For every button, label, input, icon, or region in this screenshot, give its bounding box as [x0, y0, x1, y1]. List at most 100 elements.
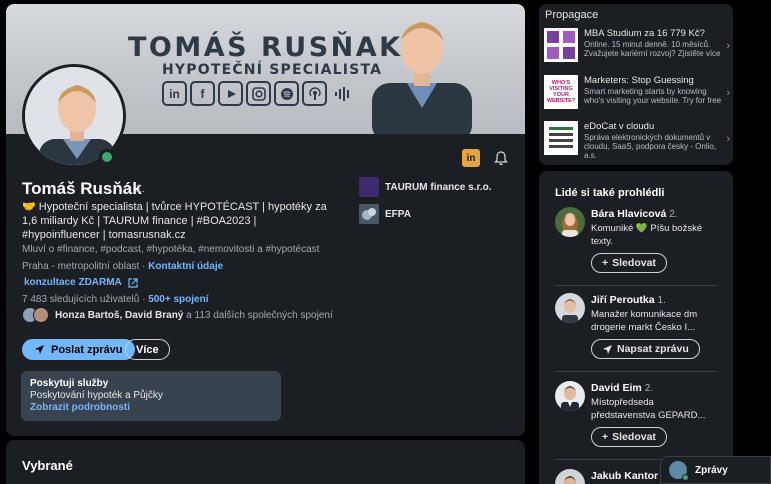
contact-info-link[interactable]: Kontaktní údaje: [148, 261, 223, 272]
banner-subtitle: HYPOTEČNÍ SPECIALISTA: [162, 62, 383, 78]
online-status-dot: [682, 474, 689, 481]
ad-image: [544, 28, 578, 62]
services-details-link[interactable]: Zobrazit podrobnosti: [30, 402, 272, 413]
person-name-text: David Eim: [591, 382, 642, 394]
send-message-label: Poslat zprávu: [51, 343, 123, 356]
profile-location: Praha - metropolitní oblast: [22, 261, 140, 272]
company-name: TAURUM finance s.r.o.: [385, 181, 492, 193]
linkedin-icon: in: [162, 81, 187, 106]
ad-image-text: WHO'S VISITING YOUR WEBSITE?: [546, 80, 576, 104]
ad-image: [544, 121, 578, 155]
divider: [555, 371, 717, 372]
person-degree: 2.: [669, 209, 678, 220]
plus-icon: +: [602, 431, 609, 443]
followers-separator: ·: [139, 294, 149, 305]
ad-title: eDoCat v cloudu: [584, 121, 655, 132]
person-description: Manažer komunikace dm drogerie markt Čes…: [591, 309, 698, 333]
podcast-icon: [302, 81, 327, 106]
ad-item[interactable]: WHO'S VISITING YOUR WEBSITE? Marketers: …: [544, 75, 730, 113]
profile-name: Tomáš Rusňák: [22, 179, 142, 198]
person-description: Komuniké 💚 Píšu božské texty.: [591, 223, 703, 247]
people-title: Lidé si také prohlédli: [555, 187, 665, 199]
company-efpa[interactable]: EFPA: [359, 204, 411, 224]
services-items: Poskytování hypoték a Půjčky: [30, 390, 163, 401]
people-also-viewed-card: Lidé si také prohlédli Bára Hlavicová 2.…: [539, 171, 733, 484]
profile-card: TOMÁŠ RUSŇAK HYPOTEČNÍ SPECIALISTA in f: [6, 4, 525, 436]
profile-headline: 🤝 Hypoteční specialista | tvůrce HYPOTÉC…: [22, 201, 327, 241]
connections-link[interactable]: 500+ spojení: [148, 294, 208, 305]
chevron-right-icon: ›: [726, 133, 730, 145]
person-name[interactable]: Bára Hlavicová 2.: [591, 208, 678, 220]
person-description: Místopředseda představenstva GEPARD...: [591, 397, 706, 421]
plus-icon: +: [602, 257, 609, 269]
follow-button-label: Sledovat: [612, 431, 656, 443]
more-button[interactable]: Více: [125, 339, 170, 360]
write-message-button[interactable]: Napsat zprávu: [591, 339, 700, 359]
youtube-icon: [218, 81, 243, 106]
messaging-label: Zprávy: [695, 464, 728, 476]
followers-count: 7 483 sledujících uživatelů: [22, 294, 140, 305]
ad-item[interactable]: MBA Studium za 16 779 Kč? Online. 15 min…: [544, 28, 730, 66]
chevron-right-icon: ›: [726, 40, 730, 52]
spotify-icon: [274, 81, 299, 106]
person-avatar[interactable]: [555, 469, 585, 484]
follow-button[interactable]: + Sledovat: [591, 253, 667, 273]
ad-text: Správa elektronických dokumentů v cloudu…: [584, 133, 717, 160]
followers-row: 7 483 sledujících uživatelů · 500+ spoje…: [22, 294, 209, 305]
featured-title: Vybrané: [22, 458, 73, 473]
audio-waves-icon: [330, 81, 355, 106]
profile-topics: Mluví o #finance, #podcast, #hypotéka, #…: [22, 244, 320, 255]
connection-degree: · 1.: [129, 183, 145, 195]
follow-button[interactable]: + Sledovat: [591, 427, 667, 447]
banner-social-icons: in f: [162, 81, 355, 106]
company-name: EFPA: [385, 208, 411, 220]
ad-text: Online. 15 minut denně. 10 měsíců. Zvažu…: [584, 40, 721, 58]
online-status-dot: [99, 149, 115, 165]
send-icon: [35, 345, 44, 354]
person-name-text: Bára Hlavicová: [591, 208, 667, 220]
ad-item[interactable]: eDoCat v cloudu Správa elektronických do…: [544, 121, 730, 160]
ad-image: WHO'S VISITING YOUR WEBSITE?: [544, 75, 578, 109]
write-message-label: Napsat zprávu: [617, 343, 689, 355]
person-avatar[interactable]: [555, 381, 585, 411]
person-degree: 2.: [644, 383, 654, 394]
ads-title: Propagace: [545, 9, 599, 21]
efpa-logo-icon: [359, 204, 379, 224]
person-avatar[interactable]: [555, 207, 585, 237]
taurum-logo-icon: [359, 177, 379, 197]
ads-card: Propagace MBA Studium za 16 779 Kč? Onli…: [539, 4, 733, 165]
person-name-text: Jiří Peroutka: [591, 294, 655, 306]
person-degree: 1.: [657, 295, 666, 306]
services-title: Poskytuji služby: [30, 378, 109, 389]
follow-button-label: Sledovat: [612, 257, 656, 269]
person-name[interactable]: David Eim 2.: [591, 382, 653, 394]
divider: [555, 285, 717, 286]
facebook-icon: f: [190, 81, 215, 106]
mutual-avatar: [33, 307, 49, 323]
external-link-icon: [128, 277, 138, 288]
person-name[interactable]: Jakub Kantor: [591, 470, 658, 482]
ad-text: Smart marketing starts by knowing who's …: [584, 87, 722, 105]
person-avatar[interactable]: [555, 293, 585, 323]
mutual-names: Honza Bartoš, David Braný: [55, 309, 184, 321]
company-taurum[interactable]: TAURUM finance s.r.o.: [359, 177, 492, 197]
consultation-link[interactable]: konzultace ZDARMA: [24, 277, 138, 288]
location-separator: ·: [139, 261, 149, 272]
location-row: Praha - metropolitní oblast · Kontaktní …: [22, 261, 223, 272]
messaging-bar[interactable]: Zprávy: [660, 456, 771, 484]
ad-title: MBA Studium za 16 779 Kč?: [584, 28, 705, 39]
linkedin-badge-icon[interactable]: in: [462, 149, 480, 167]
messaging-avatar: [669, 461, 689, 481]
person-name-text: Jakub Kantor: [591, 470, 659, 482]
bell-icon[interactable]: [492, 149, 510, 167]
person-name[interactable]: Jiří Peroutka 1.: [591, 294, 666, 306]
send-message-button[interactable]: Poslat zprávu: [22, 339, 135, 360]
send-icon: [603, 344, 612, 354]
chevron-right-icon: ›: [726, 87, 730, 99]
mutual-connections[interactable]: Honza Bartoš, David Braný a 113 dalších …: [22, 307, 333, 323]
mutual-rest: a 113 dalších společných spojení: [183, 309, 333, 321]
ad-title: Marketers: Stop Guessing: [584, 75, 694, 86]
services-box: Poskytuji služby Poskytování hypoték a P…: [21, 371, 281, 421]
consultation-link-label: konzultace ZDARMA: [24, 277, 122, 288]
instagram-icon: [246, 81, 271, 106]
